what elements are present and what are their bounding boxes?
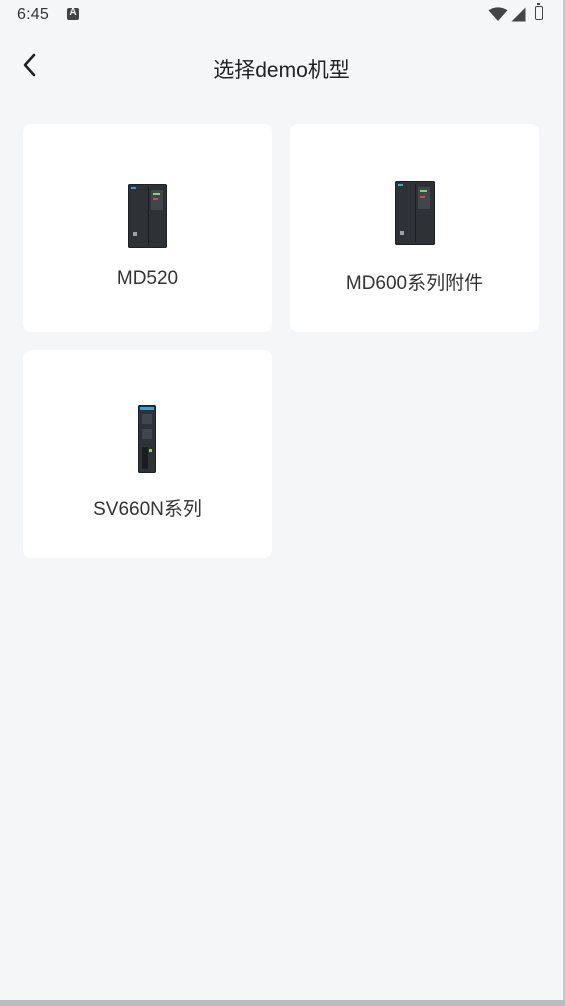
sv660n-servo-image	[138, 405, 156, 473]
md520-drive-image	[128, 184, 167, 248]
model-card-md600[interactable]: MD600系列附件	[290, 124, 539, 332]
status-time: 6:45	[17, 6, 49, 23]
model-card-sv660n[interactable]: SV660N系列	[23, 350, 272, 558]
window-edge-bottom	[0, 1000, 565, 1006]
wifi-icon	[488, 7, 508, 21]
signal-icon	[511, 7, 526, 22]
battery-icon	[535, 3, 543, 20]
page-title: 选择demo机型	[213, 59, 350, 82]
notification-a-icon	[67, 7, 79, 20]
card-label-md520: MD520	[116, 268, 179, 289]
card-label-sv660n: SV660N系列	[93, 499, 202, 520]
model-card-md520[interactable]: MD520	[23, 124, 272, 332]
card-label-md600: MD600系列附件	[345, 273, 484, 294]
app-header: 选择demo机型	[0, 36, 565, 96]
md600-drive-image	[395, 181, 435, 245]
status-bar: 6:45	[0, 0, 565, 30]
